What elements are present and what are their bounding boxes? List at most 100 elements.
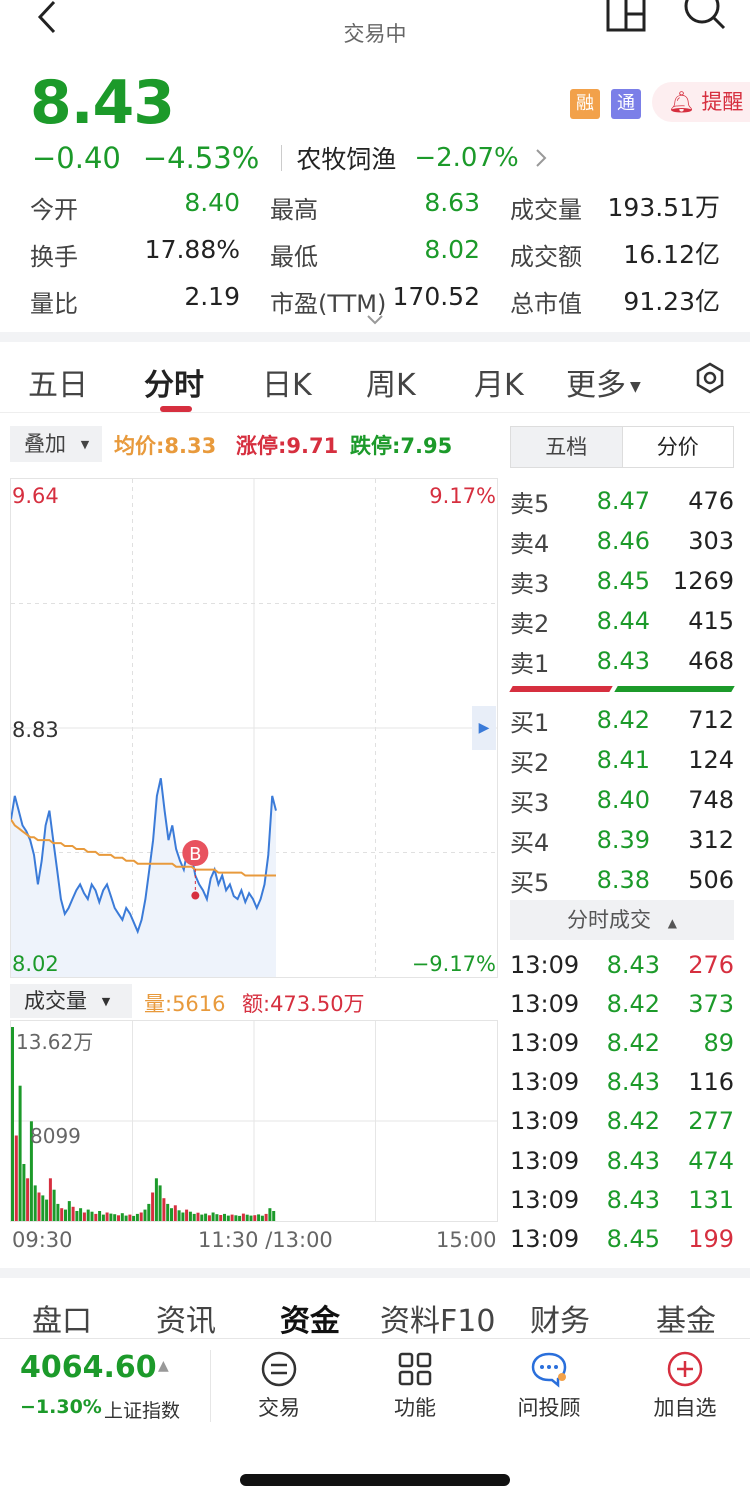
tick-volume: 277 [688,1107,734,1136]
bid-row[interactable]: 买5 8.38 506 [510,860,734,900]
volume-bar [98,1211,102,1221]
volume-bar [257,1214,261,1221]
tick-volume: 131 [688,1185,734,1214]
tick-time: 13:09 [510,1068,580,1097]
tick-time: 13:09 [510,1185,580,1214]
chevron-right-icon [536,149,547,167]
ask-row[interactable]: 卖1 8.43 468 [510,641,734,681]
ask-row[interactable]: 卖3 8.45 1269 [510,561,734,601]
remind-label: 提醒 [701,90,744,114]
intraday-chart[interactable]: B [10,478,498,978]
index-name: 上证指数 [104,1400,181,1422]
volume-bar [67,1201,71,1221]
volume-bar [162,1198,166,1221]
caret-down-icon: ▼ [80,438,90,451]
buy-marker-label: B [189,844,201,865]
volume-bar [86,1209,90,1221]
connect-badge: 通 [611,89,641,119]
tabs-divider [0,412,750,413]
tab-funds[interactable]: 资金 [280,1296,340,1340]
tab-five-day[interactable]: 五日 [28,360,88,404]
volume-bar [158,1185,162,1221]
trade-button[interactable]: 交易 [224,1350,334,1422]
price-area [11,778,276,977]
tab-fund[interactable]: 基金 [656,1296,716,1340]
volume-bar [154,1178,158,1221]
tab-handicap[interactable]: 盘口 [32,1296,92,1340]
ask-price: 8.47 [596,487,650,515]
tab-finance[interactable]: 财务 [530,1296,590,1340]
caret-down-icon: ▼ [101,995,111,1008]
volume-bar [147,1203,151,1221]
overlay-dropdown[interactable]: 叠加 ▼ [10,426,102,462]
volume-bar [192,1213,196,1221]
volume-bar [135,1213,139,1221]
tick-row: 13:09 8.43 116 [510,1063,734,1102]
ask-price: 8.46 [596,527,650,555]
index-change: −1.30% [20,1396,102,1418]
advisor-button[interactable]: 问投顾 [494,1350,604,1422]
volume-bar [200,1214,204,1221]
volume-bar [48,1178,52,1221]
pct-min-label: −9.17% [411,952,496,976]
ticks-header[interactable]: 分时成交 ▲ [510,900,734,940]
volume-bar [71,1206,75,1221]
change-row: −0.40 −4.53% 农牧饲渔 −2.07% [32,140,551,176]
remind-button[interactable]: 🔔︎ 提醒 [652,82,750,122]
volume-dropdown[interactable]: 成交量 ▼ [10,984,132,1018]
expand-panel-button[interactable]: ▶ [472,706,496,750]
x-label-open: 09:30 [12,1228,73,1252]
volume-bar [90,1211,94,1221]
search-icon[interactable] [680,0,726,32]
volume-bar [245,1214,249,1221]
bid-volume: 124 [688,746,734,774]
expand-chevron-icon[interactable] [366,314,384,326]
add-circle-icon [667,1351,703,1387]
tab-five-levels[interactable]: 五档 [511,427,622,467]
ask-price: 8.45 [596,567,650,595]
settings-icon[interactable] [694,362,726,394]
sector-name: 农牧饲渔 [296,145,397,174]
volume-bar [52,1189,56,1221]
sector-link[interactable]: 农牧饲渔 −2.07% [296,140,550,176]
grid-icon [398,1352,432,1386]
tab-news[interactable]: 资讯 [156,1296,216,1340]
volume-bar [109,1213,113,1221]
bid-level: 买4 [510,828,550,857]
tab-weekly-k[interactable]: 周K [366,360,416,404]
volume-bar [113,1214,117,1221]
home-indicator[interactable] [240,1474,510,1486]
tick-price: 8.43 [606,1146,660,1175]
tab-f10[interactable]: 资料F10 [380,1296,495,1340]
tick-row: 13:09 8.43 276 [510,945,734,984]
tab-daily-k[interactable]: 日K [262,360,312,404]
volume-bar [101,1214,105,1221]
tick-time: 13:09 [510,1107,580,1136]
tab-price-dist[interactable]: 分价 [621,427,734,467]
volume-bar [45,1199,49,1221]
ask-row[interactable]: 卖4 8.46 303 [510,521,734,561]
share-icon[interactable] [604,0,648,32]
bid-row[interactable]: 买2 8.41 124 [510,740,734,780]
tab-more[interactable]: 更多 ▼ [566,360,641,404]
bid-level: 买2 [510,748,550,777]
volume-bar [181,1212,185,1221]
bid-row[interactable]: 买1 8.42 712 [510,700,734,740]
tick-price: 8.43 [606,1068,660,1097]
tick-price: 8.42 [606,1107,660,1136]
add-watchlist-button[interactable]: 加自选 [630,1350,740,1422]
bid-row[interactable]: 买3 8.40 748 [510,780,734,820]
volume-bar [249,1215,253,1221]
ask-row[interactable]: 卖5 8.47 476 [510,481,734,521]
pct-max-label: 9.17% [429,484,496,508]
ask-row[interactable]: 卖2 8.44 415 [510,601,734,641]
tab-intraday[interactable]: 分时 [144,360,204,404]
functions-button[interactable]: 功能 [360,1350,470,1422]
add-watchlist-label: 加自选 [653,1396,717,1420]
tab-monthly-k[interactable]: 月K [474,360,524,404]
bid-row[interactable]: 买4 8.39 312 [510,820,734,860]
tick-volume: 276 [688,950,734,979]
volume-bar [94,1213,98,1221]
volume-bar [253,1215,257,1221]
caret-up-icon: ▲ [667,916,677,930]
